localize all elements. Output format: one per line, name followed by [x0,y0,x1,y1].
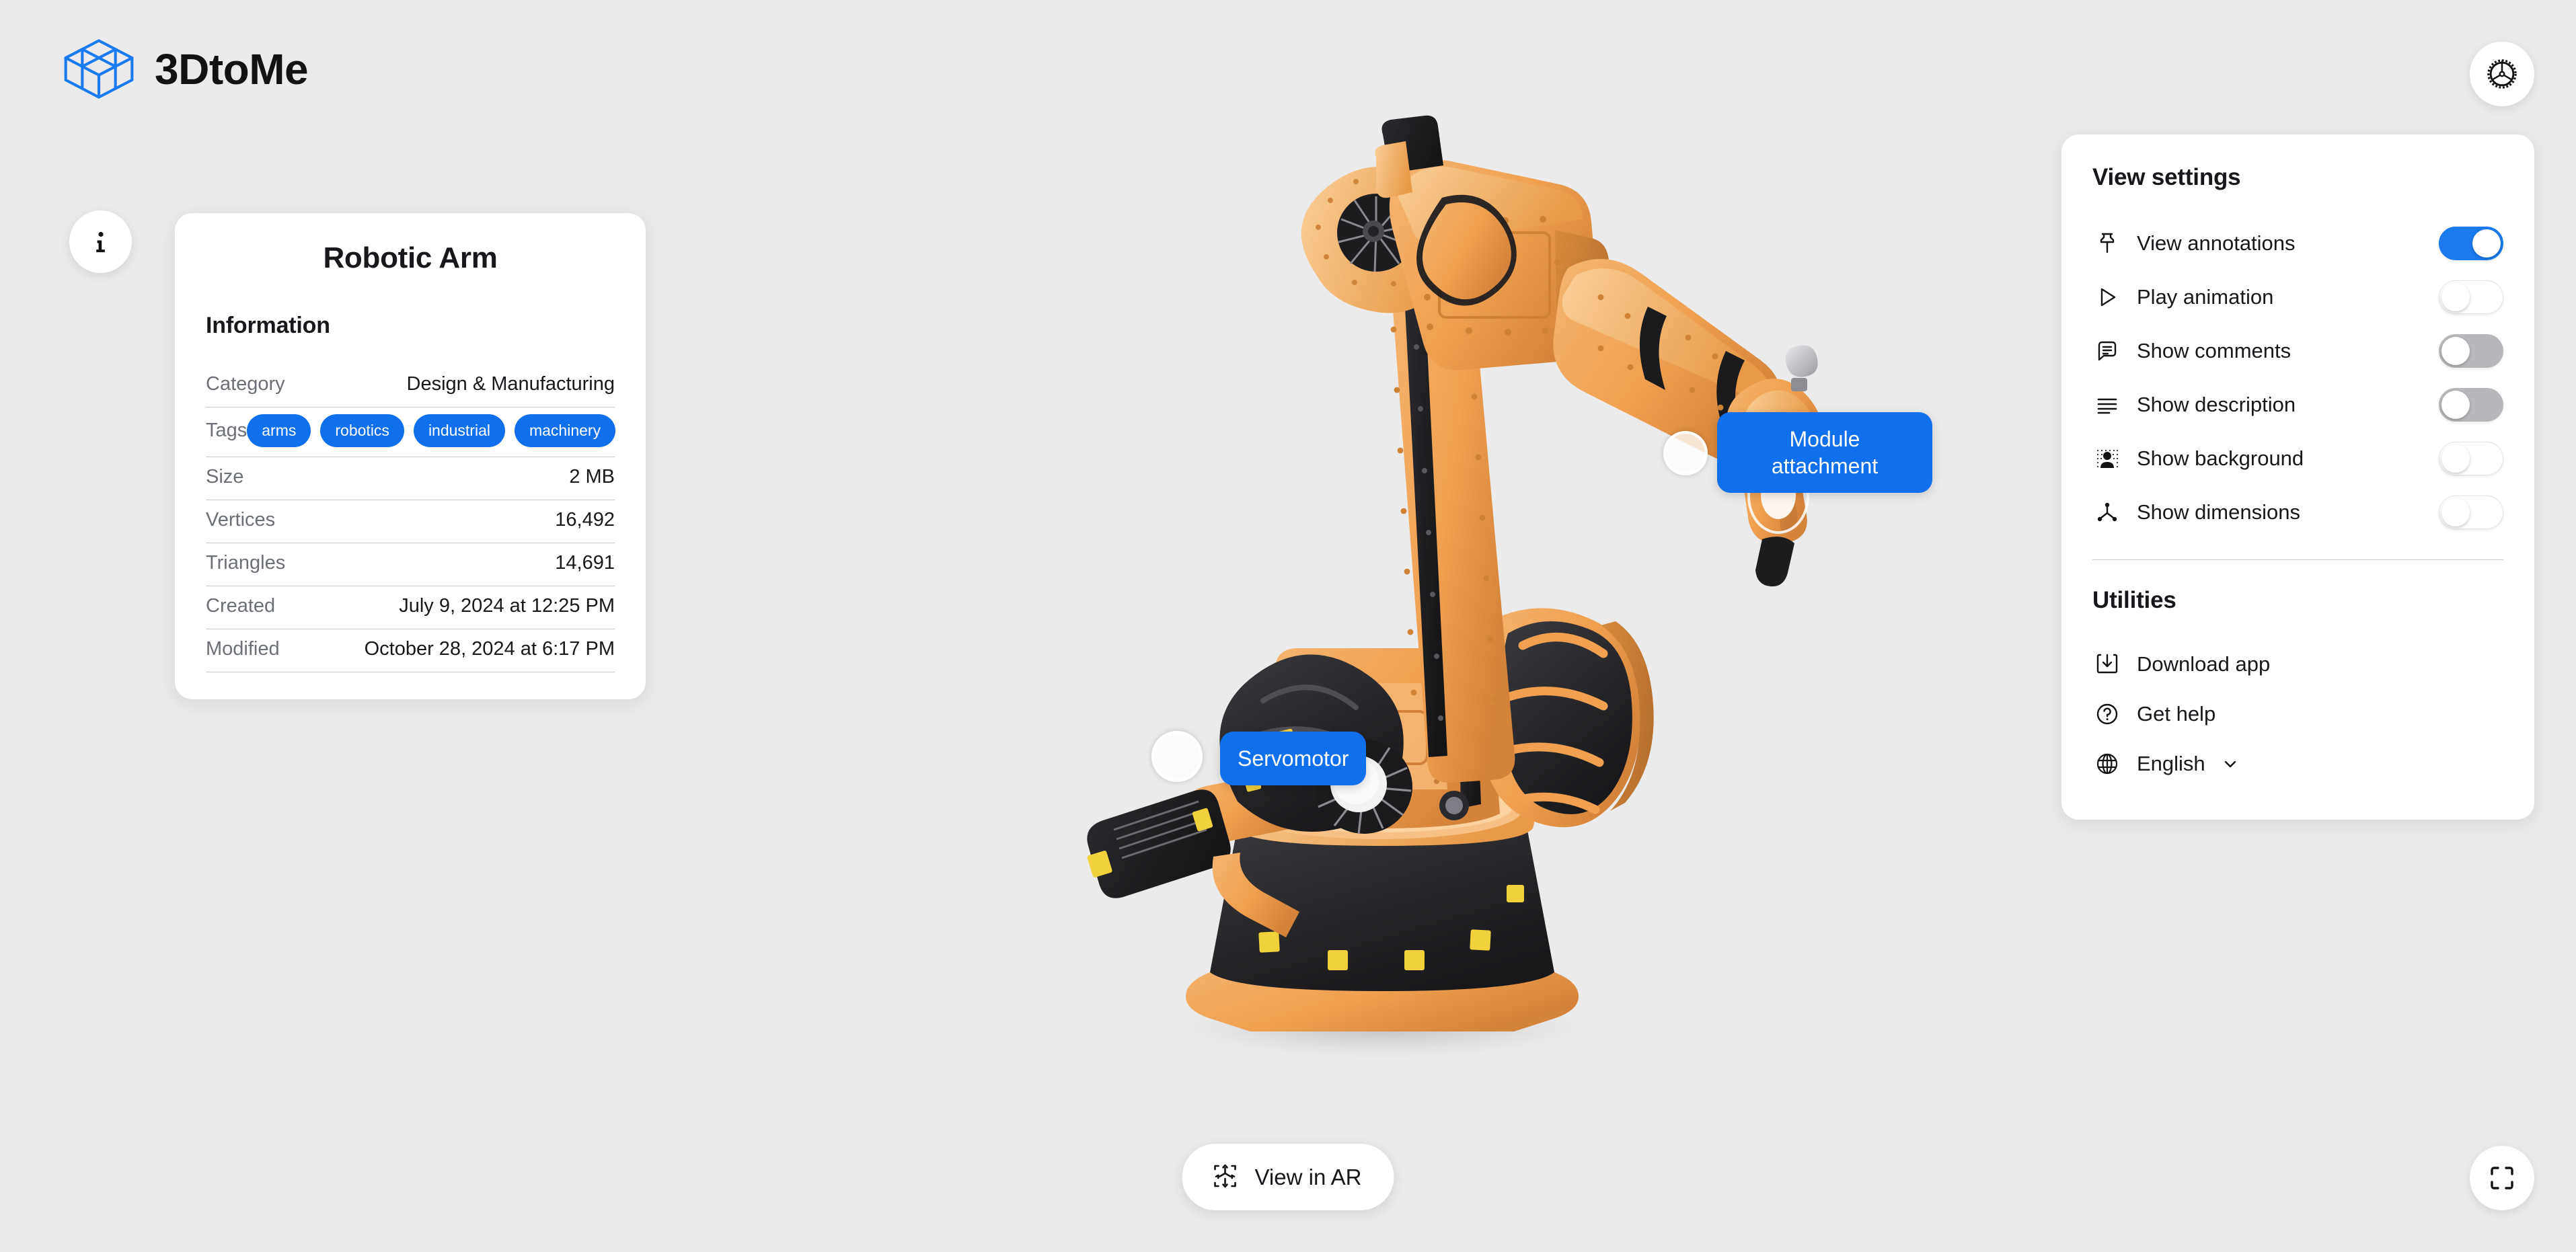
setting-label: Show description [2137,393,2296,416]
setting-row-view-annotations[interactable]: View annotations [2092,217,2503,270]
setting-row-show-description[interactable]: Show description [2092,378,2503,432]
info-value: Design & Manufacturing [406,373,615,395]
gear-icon [2487,59,2517,89]
tag-chip[interactable]: industrial [413,414,505,447]
setting-label: Show background [2137,446,2304,470]
info-row-modified: Modified October 28, 2024 at 6:17 PM [206,629,615,672]
person-halftone-icon [2092,444,2122,473]
brand-logo[interactable]: 3DtoMe [62,37,309,101]
info-label: Modified [206,638,280,660]
annotation-marker[interactable] [1663,431,1708,475]
globe-icon [2092,749,2122,779]
robotic-arm-3d-model[interactable] [928,114,1823,1076]
setting-label: View annotations [2137,231,2296,255]
annotation-marker[interactable] [1151,731,1203,782]
list-lines-icon [2092,390,2122,420]
play-icon [2092,282,2122,312]
tag-list: arms robotics industrial machinery [247,414,616,447]
info-label: Created [206,595,276,617]
pin-icon [2092,229,2122,258]
info-value: 2 MB [569,466,615,487]
view-settings-heading: View settings [2092,164,2241,190]
info-label: Tags [206,420,248,441]
brand-name: 3DtoMe [155,44,309,93]
model-info-card: Robotic Arm Information Category Design … [175,213,646,699]
fullscreen-icon [2491,1167,2513,1189]
toggle-view-annotations[interactable] [2439,227,2503,260]
info-row-category: Category Design & Manufacturing [206,364,615,407]
view-in-ar-label: View in AR [1254,1164,1362,1189]
panel-divider [2092,559,2503,560]
info-label: Size [206,466,244,487]
ar-cube-icon [1211,1161,1240,1193]
setting-label: Play animation [2137,285,2274,309]
info-row-vertices: Vertices 16,492 [206,500,615,543]
toggle-show-background[interactable] [2439,442,2503,475]
question-circle-icon [2092,699,2122,729]
toggle-show-description[interactable] [2439,388,2503,422]
utility-row-download-app[interactable]: Download app [2092,639,2503,689]
info-toggle-button[interactable] [69,210,132,273]
information-heading: Information [206,313,330,338]
info-value: 14,691 [555,552,615,574]
setting-row-show-dimensions[interactable]: Show dimensions [2092,485,2503,539]
info-label: Category [206,373,285,395]
annotation-label-servomotor[interactable]: Servomotor [1220,732,1367,785]
download-icon [2092,650,2122,679]
viewer-stage: 3DtoMe Robotic Arm Information Category … [0,0,2576,1252]
info-row-created: Created July 9, 2024 at 12:25 PM [206,586,615,629]
view-in-ar-button[interactable]: View in AR [1182,1144,1394,1210]
info-row-triangles: Triangles 14,691 [206,543,615,586]
info-label: Vertices [206,509,276,531]
utility-label: Get help [2137,702,2216,726]
setting-row-show-comments[interactable]: Show comments [2092,324,2503,378]
language-value: English [2137,752,2205,775]
info-value: July 9, 2024 at 12:25 PM [399,595,615,617]
utility-row-get-help[interactable]: Get help [2092,689,2503,739]
info-icon [96,231,105,252]
toggle-show-comments[interactable] [2439,334,2503,368]
setting-row-play-animation[interactable]: Play animation [2092,270,2503,324]
view-settings-panel: View settings View annotations Play anim… [2061,134,2534,820]
info-row-size: Size 2 MB [206,457,615,500]
tag-chip[interactable]: robotics [320,414,404,447]
toggle-play-animation[interactable] [2439,280,2503,314]
setting-label: Show dimensions [2137,500,2300,524]
utilities-heading: Utilities [2092,587,2176,613]
toggle-show-dimensions[interactable] [2439,496,2503,529]
info-value: October 28, 2024 at 6:17 PM [364,638,615,660]
setting-row-show-background[interactable]: Show background [2092,432,2503,485]
tag-chip[interactable]: arms [247,414,311,447]
utility-label: Download app [2137,652,2271,676]
setting-label: Show comments [2137,339,2291,362]
settings-button[interactable] [2470,42,2534,106]
comment-icon [2092,336,2122,366]
annotation-label-module-attachment[interactable]: Module attachment [1717,412,1932,493]
fullscreen-button[interactable] [2470,1146,2534,1210]
nodes-icon [2092,498,2122,527]
info-row-tags: Tags arms robotics industrial machinery [206,407,616,457]
isometric-cube-logo-icon [64,39,134,99]
chevron-down-icon[interactable] [2220,754,2240,774]
language-selector[interactable]: English [2092,739,2503,789]
model-title: Robotic Arm [323,241,498,274]
info-value: 16,492 [555,509,615,531]
info-label: Triangles [206,552,286,574]
tag-chip[interactable]: machinery [514,414,616,447]
